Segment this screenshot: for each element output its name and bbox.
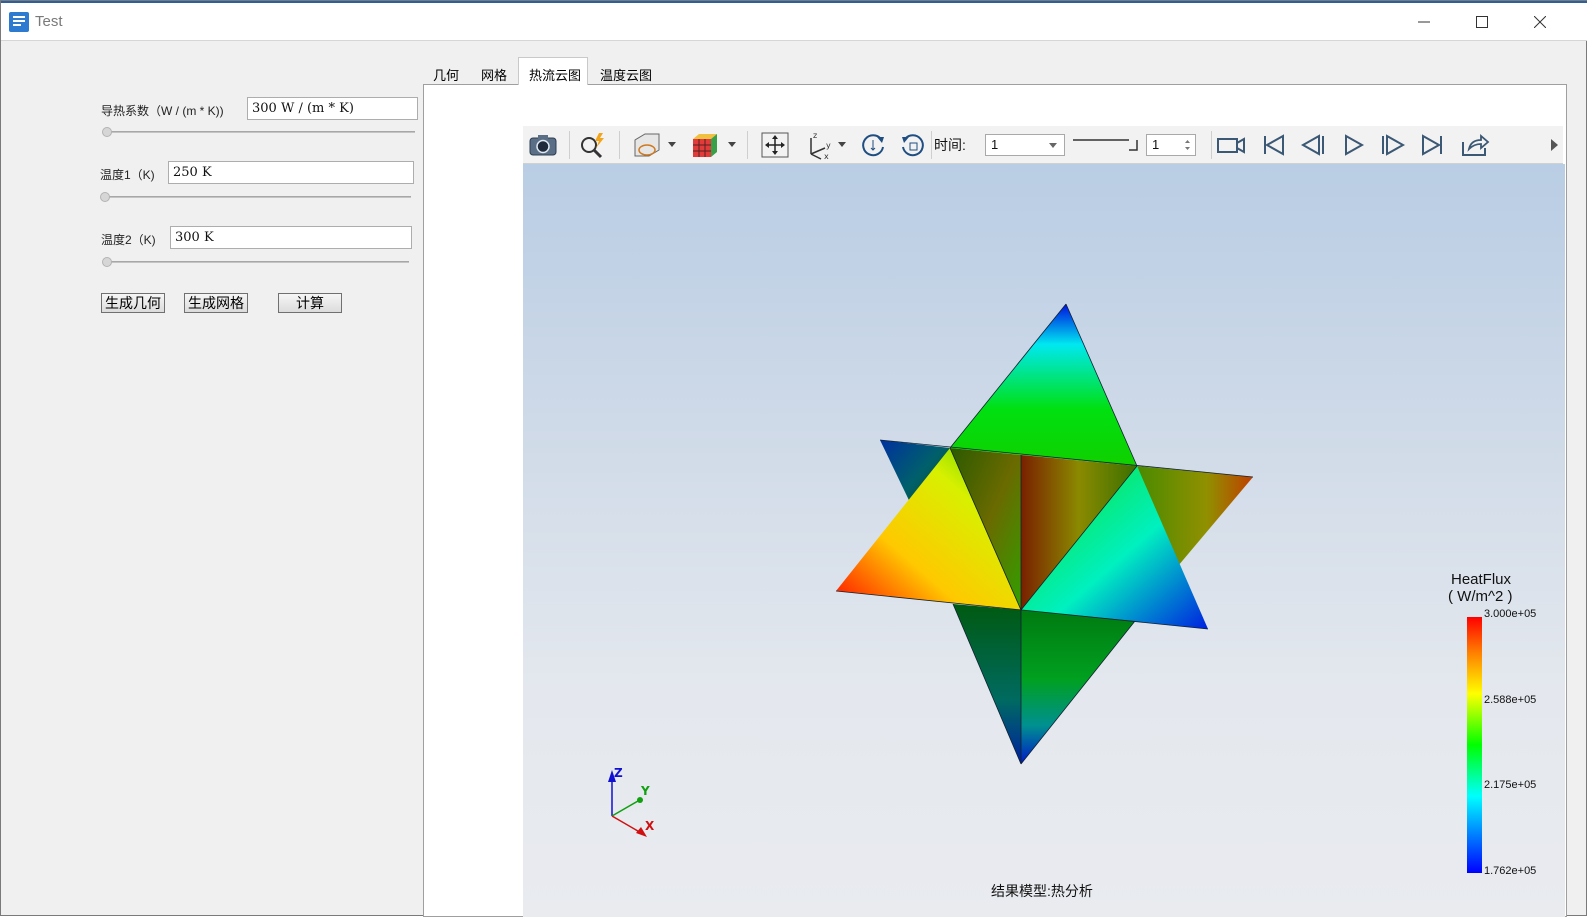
minimize-button[interactable] bbox=[1395, 3, 1453, 41]
tab-temperature[interactable]: 温度云图 bbox=[600, 59, 670, 85]
temp1-field[interactable]: 250 K bbox=[168, 161, 414, 184]
camera-icon[interactable] bbox=[527, 130, 559, 160]
zoom-search-icon[interactable] bbox=[577, 130, 609, 160]
title-bar: Test bbox=[1, 3, 1587, 41]
step-forward-icon[interactable] bbox=[1377, 130, 1409, 160]
temp2-slider-track[interactable] bbox=[105, 261, 409, 263]
minimize-icon bbox=[1418, 21, 1430, 23]
maximize-icon bbox=[1476, 16, 1488, 28]
close-icon bbox=[1534, 16, 1546, 28]
rotate-cw-icon[interactable] bbox=[857, 130, 889, 160]
legend-unit: ( W/m^2 ) bbox=[1448, 588, 1513, 605]
time-slider[interactable] bbox=[1071, 136, 1143, 154]
step-spinner-value: 1 bbox=[1152, 137, 1160, 152]
chevron-down-icon[interactable] bbox=[837, 141, 847, 149]
chevron-down-icon[interactable] bbox=[667, 141, 677, 149]
toolbar-separator bbox=[619, 131, 620, 159]
skip-first-icon[interactable] bbox=[1257, 130, 1289, 160]
pan-fit-icon[interactable] bbox=[759, 130, 791, 160]
maximize-button[interactable] bbox=[1453, 3, 1511, 41]
axis-x-label: X bbox=[645, 819, 655, 833]
temp1-slider-handle[interactable] bbox=[100, 192, 110, 202]
svg-text:z: z bbox=[813, 131, 817, 140]
legend-quantity: HeatFlux bbox=[1451, 571, 1512, 588]
legend-title: HeatFlux ( W/m^2 ) bbox=[1448, 571, 1513, 605]
time-label: 时间: bbox=[934, 137, 966, 153]
chevron-down-icon bbox=[1049, 143, 1057, 148]
tab-label: 网格 bbox=[481, 68, 508, 83]
conductivity-label: 导热系数（W / (m * K)) bbox=[101, 104, 224, 118]
video-camera-icon[interactable] bbox=[1215, 130, 1247, 160]
color-cube-icon[interactable] bbox=[689, 130, 721, 160]
time-select-value: 1 bbox=[991, 137, 999, 152]
toolbar-separator bbox=[569, 131, 570, 159]
close-button[interactable] bbox=[1511, 3, 1569, 41]
tab-label: 几何 bbox=[433, 68, 460, 83]
temp2-label: 温度2（K) bbox=[101, 233, 156, 247]
spinner-arrows-icon[interactable] bbox=[1184, 138, 1191, 152]
conductivity-slider-handle[interactable] bbox=[102, 127, 112, 137]
temp1-slider-track[interactable] bbox=[103, 196, 411, 198]
legend-tick: 1.762e+05 bbox=[1484, 865, 1537, 877]
conductivity-field[interactable]: 300 W / (m * K) bbox=[247, 97, 418, 120]
tab-label: 温度云图 bbox=[600, 68, 653, 83]
legend-tick: 3.000e+05 bbox=[1484, 608, 1537, 620]
toolbar-separator bbox=[931, 131, 932, 159]
temp1-label: 温度1（K) bbox=[100, 168, 155, 182]
time-select[interactable]: 1 bbox=[985, 134, 1065, 156]
result-model-label: 结果模型:热分析 bbox=[991, 883, 1093, 899]
compute-button[interactable]: 计算 bbox=[278, 293, 342, 313]
axis-triad: Z Y X bbox=[608, 766, 655, 837]
toolbar-overflow-icon[interactable] bbox=[1549, 136, 1561, 154]
toolbar-separator bbox=[747, 131, 748, 159]
chevron-down-icon[interactable] bbox=[727, 141, 737, 149]
svg-text:y: y bbox=[826, 141, 831, 150]
tab-label: 热流云图 bbox=[529, 68, 582, 83]
conductivity-slider-track[interactable] bbox=[105, 131, 415, 133]
app-window: Test 导热系数（W / (m * K)) 300 W / (m * K) 温… bbox=[0, 0, 1587, 917]
legend-tick: 2.588e+05 bbox=[1484, 694, 1537, 706]
step-spinner[interactable]: 1 bbox=[1146, 134, 1196, 156]
generate-mesh-button[interactable]: 生成网格 bbox=[184, 293, 248, 313]
mesh-face bbox=[1021, 610, 1135, 764]
tab-heatflux[interactable]: 热流云图 bbox=[518, 57, 588, 85]
temp2-field[interactable]: 300 K bbox=[170, 226, 412, 249]
temp2-slider-handle[interactable] bbox=[102, 257, 112, 267]
legend-tick: 2.175e+05 bbox=[1484, 779, 1537, 791]
rotate-ccw-icon[interactable] bbox=[897, 130, 929, 160]
play-icon[interactable] bbox=[1337, 130, 1369, 160]
tab-mesh[interactable]: 网格 bbox=[481, 59, 521, 85]
axis-y-label: Y bbox=[640, 784, 650, 798]
axes-triad-icon[interactable]: z y x bbox=[803, 130, 835, 160]
skip-last-icon[interactable] bbox=[1417, 130, 1449, 160]
svg-text:x: x bbox=[824, 152, 829, 160]
3d-viewport[interactable]: Z Y X bbox=[523, 164, 1565, 917]
app-icon bbox=[9, 12, 29, 32]
color-legend-bar bbox=[1467, 617, 1482, 873]
toolbar-separator bbox=[1211, 131, 1212, 159]
window-title: Test bbox=[35, 13, 63, 30]
axis-z-label: Z bbox=[614, 766, 623, 780]
heatflux-model: Z Y X bbox=[608, 303, 1254, 837]
mesh-face bbox=[950, 304, 1137, 466]
step-back-icon[interactable] bbox=[1297, 130, 1329, 160]
section-view-icon[interactable] bbox=[631, 130, 663, 160]
generate-geometry-button[interactable]: 生成几何 bbox=[101, 293, 165, 313]
export-icon[interactable] bbox=[1459, 130, 1491, 160]
tab-geometry[interactable]: 几何 bbox=[433, 59, 473, 85]
